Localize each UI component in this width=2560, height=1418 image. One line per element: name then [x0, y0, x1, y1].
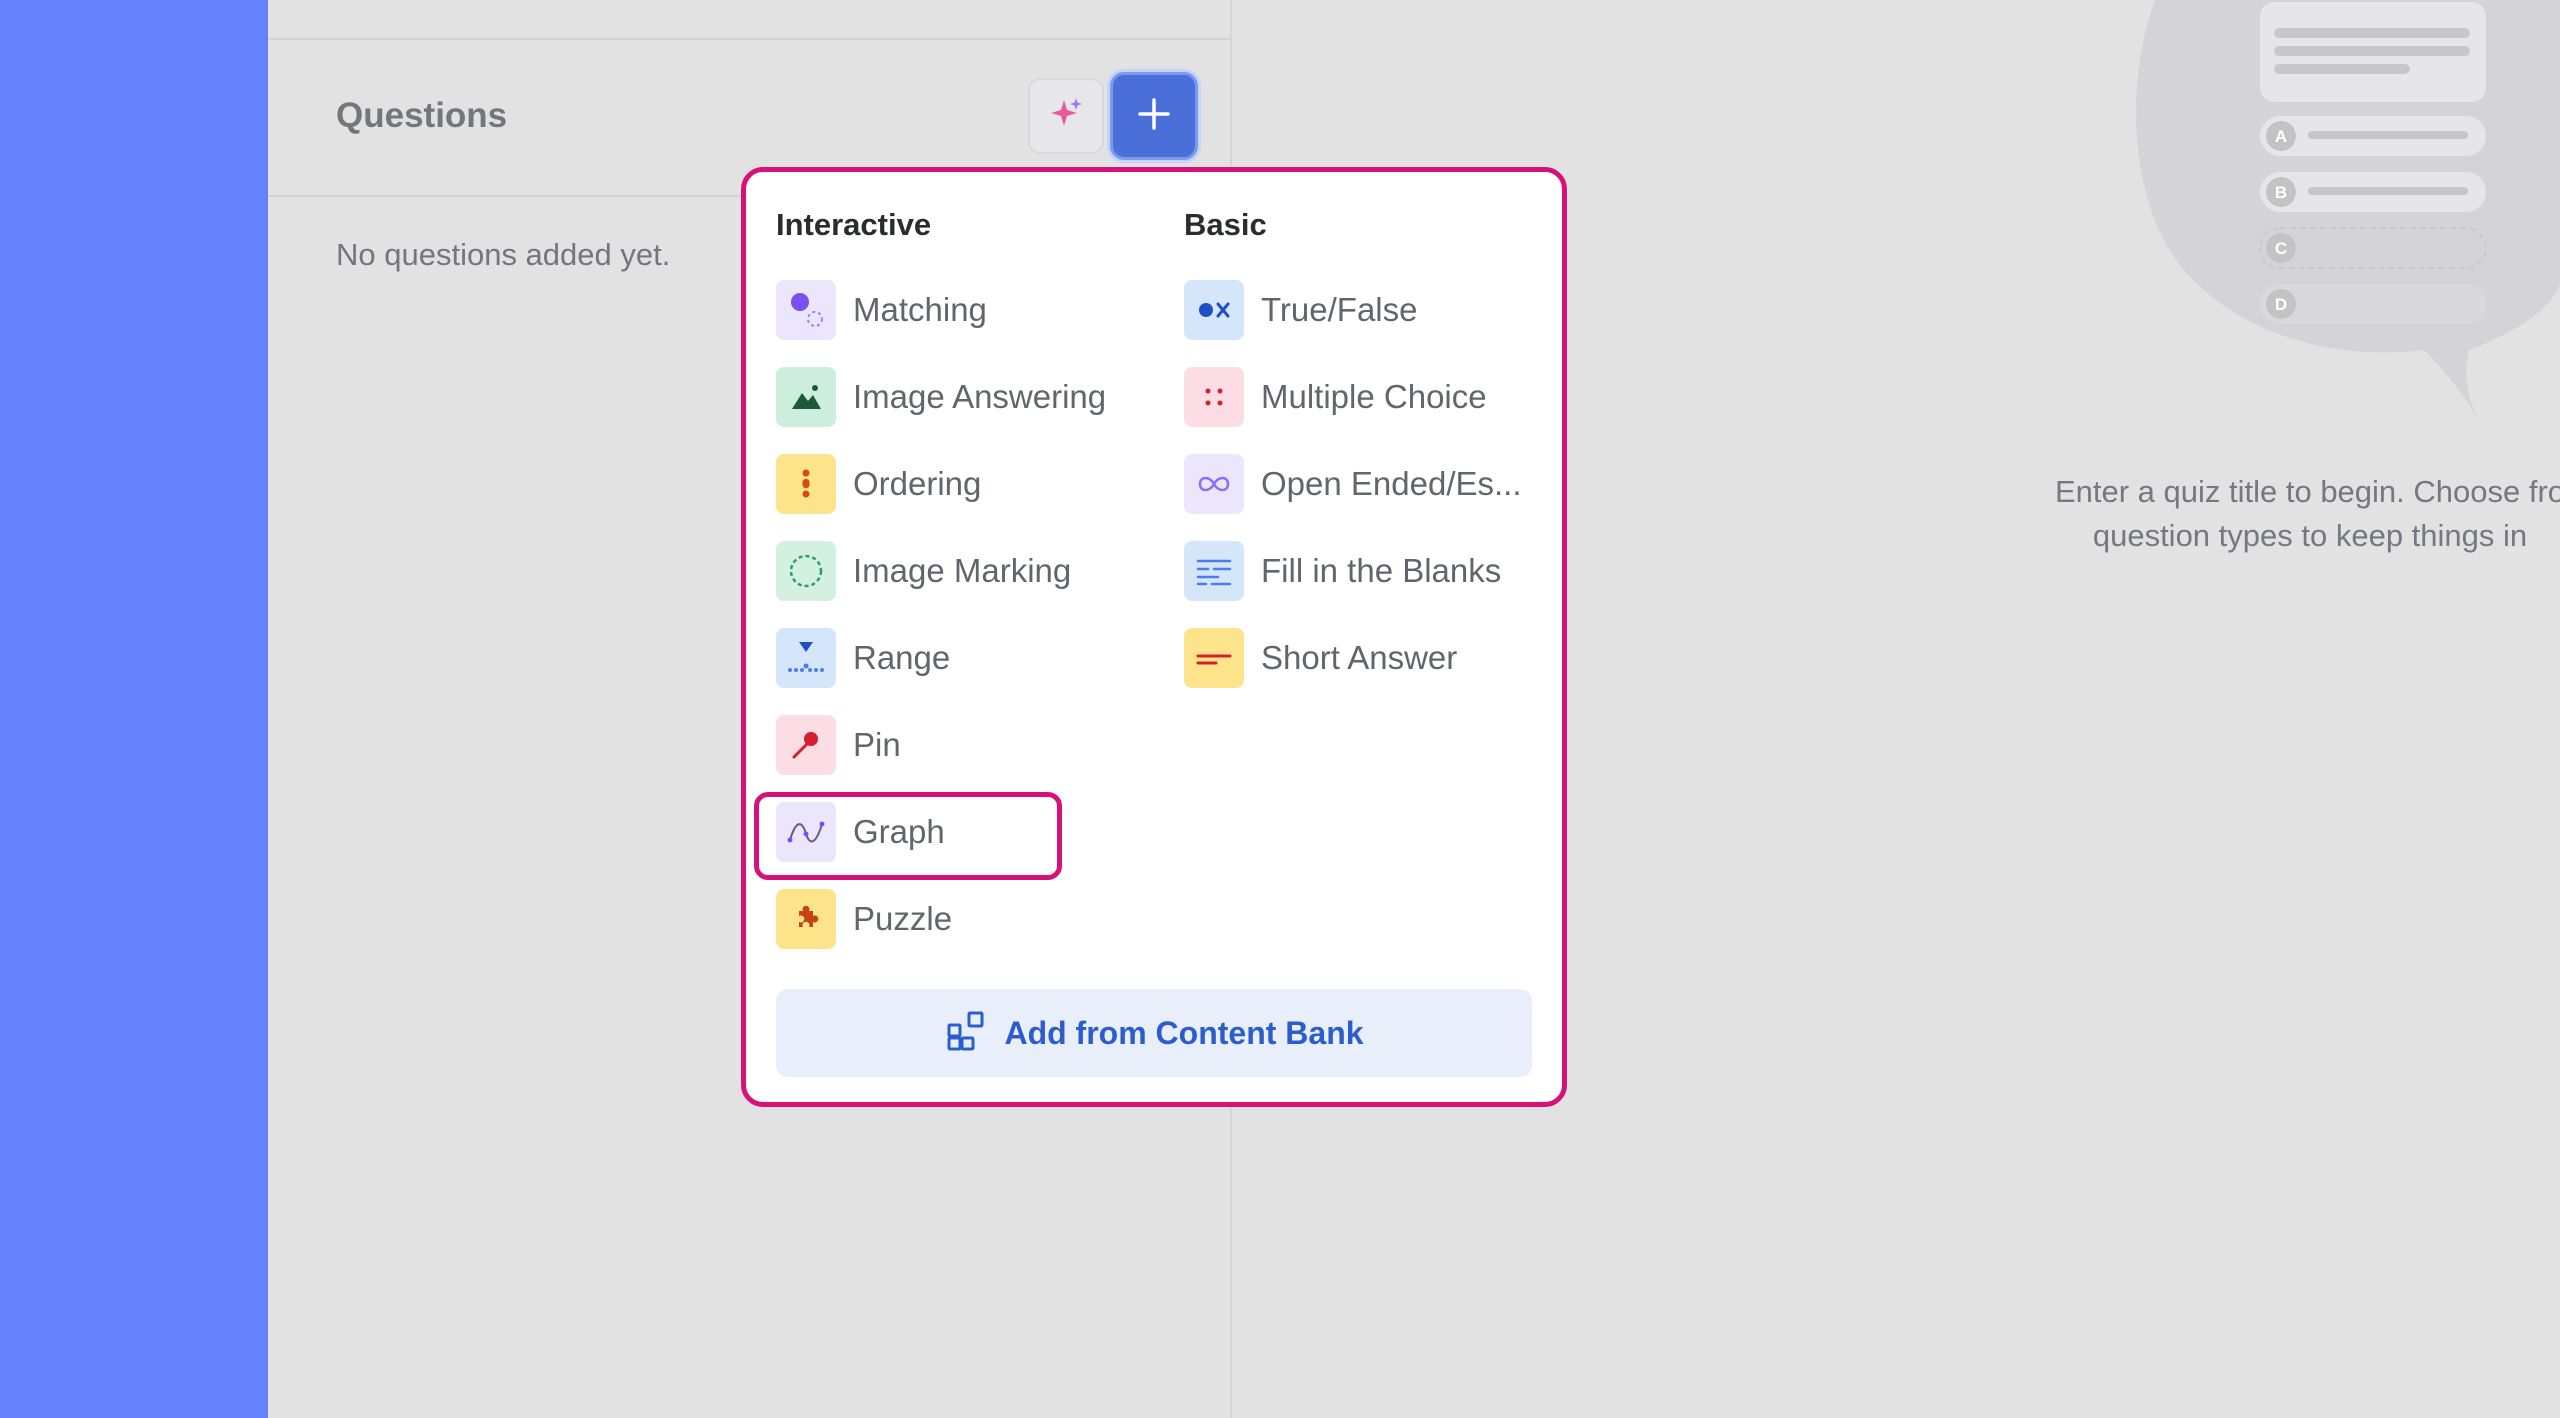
pin-icon: [776, 715, 836, 775]
menu-item-label: Open Ended/Es...: [1261, 465, 1522, 502]
short-answer-icon: [1184, 628, 1244, 688]
plus-icon: [1137, 97, 1171, 136]
divider: [268, 38, 1230, 40]
sidebar-strip: [0, 0, 268, 1418]
menu-item-label: Pin: [853, 726, 901, 763]
menu-item-label: Image Marking: [853, 552, 1072, 589]
fill-blanks-icon: [1184, 541, 1244, 601]
menu-item-label: Range: [853, 639, 951, 676]
sparkles-icon: [1046, 94, 1086, 139]
empty-state-message: No questions added yet.: [336, 237, 671, 272]
multiple-choice-icon: [1184, 367, 1244, 427]
question-type-menu: Interactive Basic Matching Image Answeri…: [741, 167, 1567, 1107]
option-letter: B: [2275, 183, 2287, 202]
option-letter: D: [2275, 295, 2287, 314]
open-ended-icon: [1184, 454, 1244, 514]
menu-item-label: Short Answer: [1261, 639, 1458, 676]
puzzle-icon: [776, 889, 836, 949]
menu-item-graph[interactable]: Graph: [776, 801, 945, 863]
basic-heading: Basic: [1184, 207, 1267, 242]
menu-item-matching[interactable]: Matching: [776, 279, 987, 341]
menu-item-puzzle[interactable]: Puzzle: [776, 888, 952, 950]
true-false-icon: [1184, 280, 1244, 340]
menu-item-multiple-choice[interactable]: Multiple Choice: [1184, 366, 1487, 428]
quiz-illustration: A B C D: [2124, 0, 2560, 440]
image-answering-icon: [776, 367, 836, 427]
option-letter: A: [2275, 127, 2287, 146]
menu-item-ordering[interactable]: Ordering: [776, 453, 981, 515]
menu-item-label: Ordering: [853, 465, 982, 502]
ordering-icon: [776, 454, 836, 514]
content-bank-icon: [944, 1009, 988, 1058]
content-bank-label: Add from Content Bank: [1004, 1014, 1364, 1051]
add-question-button[interactable]: [1110, 72, 1198, 160]
quiz-hint-text: Enter a quiz title to begin. Choose fro …: [2054, 474, 2560, 553]
menu-item-label: Graph: [853, 813, 945, 850]
option-letter: C: [2275, 239, 2287, 258]
panel-title: Questions: [336, 96, 508, 135]
ai-generate-button[interactable]: [1028, 78, 1104, 154]
interactive-heading: Interactive: [776, 207, 932, 242]
menu-item-fill-blanks[interactable]: Fill in the Blanks: [1184, 540, 1501, 602]
image-marking-icon: [776, 541, 836, 601]
menu-item-range[interactable]: Range: [776, 627, 950, 689]
menu-item-label: True/False: [1261, 291, 1418, 328]
add-from-content-bank-button[interactable]: Add from Content Bank: [776, 989, 1532, 1077]
menu-item-label: Multiple Choice: [1261, 378, 1487, 415]
menu-item-label: Matching: [853, 291, 987, 328]
menu-item-image-answering[interactable]: Image Answering: [776, 366, 1106, 428]
matching-icon: [776, 280, 836, 340]
menu-item-label: Puzzle: [853, 900, 953, 937]
range-icon: [776, 628, 836, 688]
menu-item-open-ended[interactable]: Open Ended/Es...: [1184, 453, 1522, 515]
menu-item-label: Image Answering: [853, 378, 1107, 415]
menu-item-label: Fill in the Blanks: [1261, 552, 1502, 589]
menu-item-image-marking[interactable]: Image Marking: [776, 540, 1071, 602]
menu-item-short-answer[interactable]: Short Answer: [1184, 627, 1457, 689]
graph-icon: [776, 802, 836, 862]
menu-item-true-false[interactable]: True/False: [1184, 279, 1418, 341]
menu-item-pin[interactable]: Pin: [776, 714, 901, 776]
